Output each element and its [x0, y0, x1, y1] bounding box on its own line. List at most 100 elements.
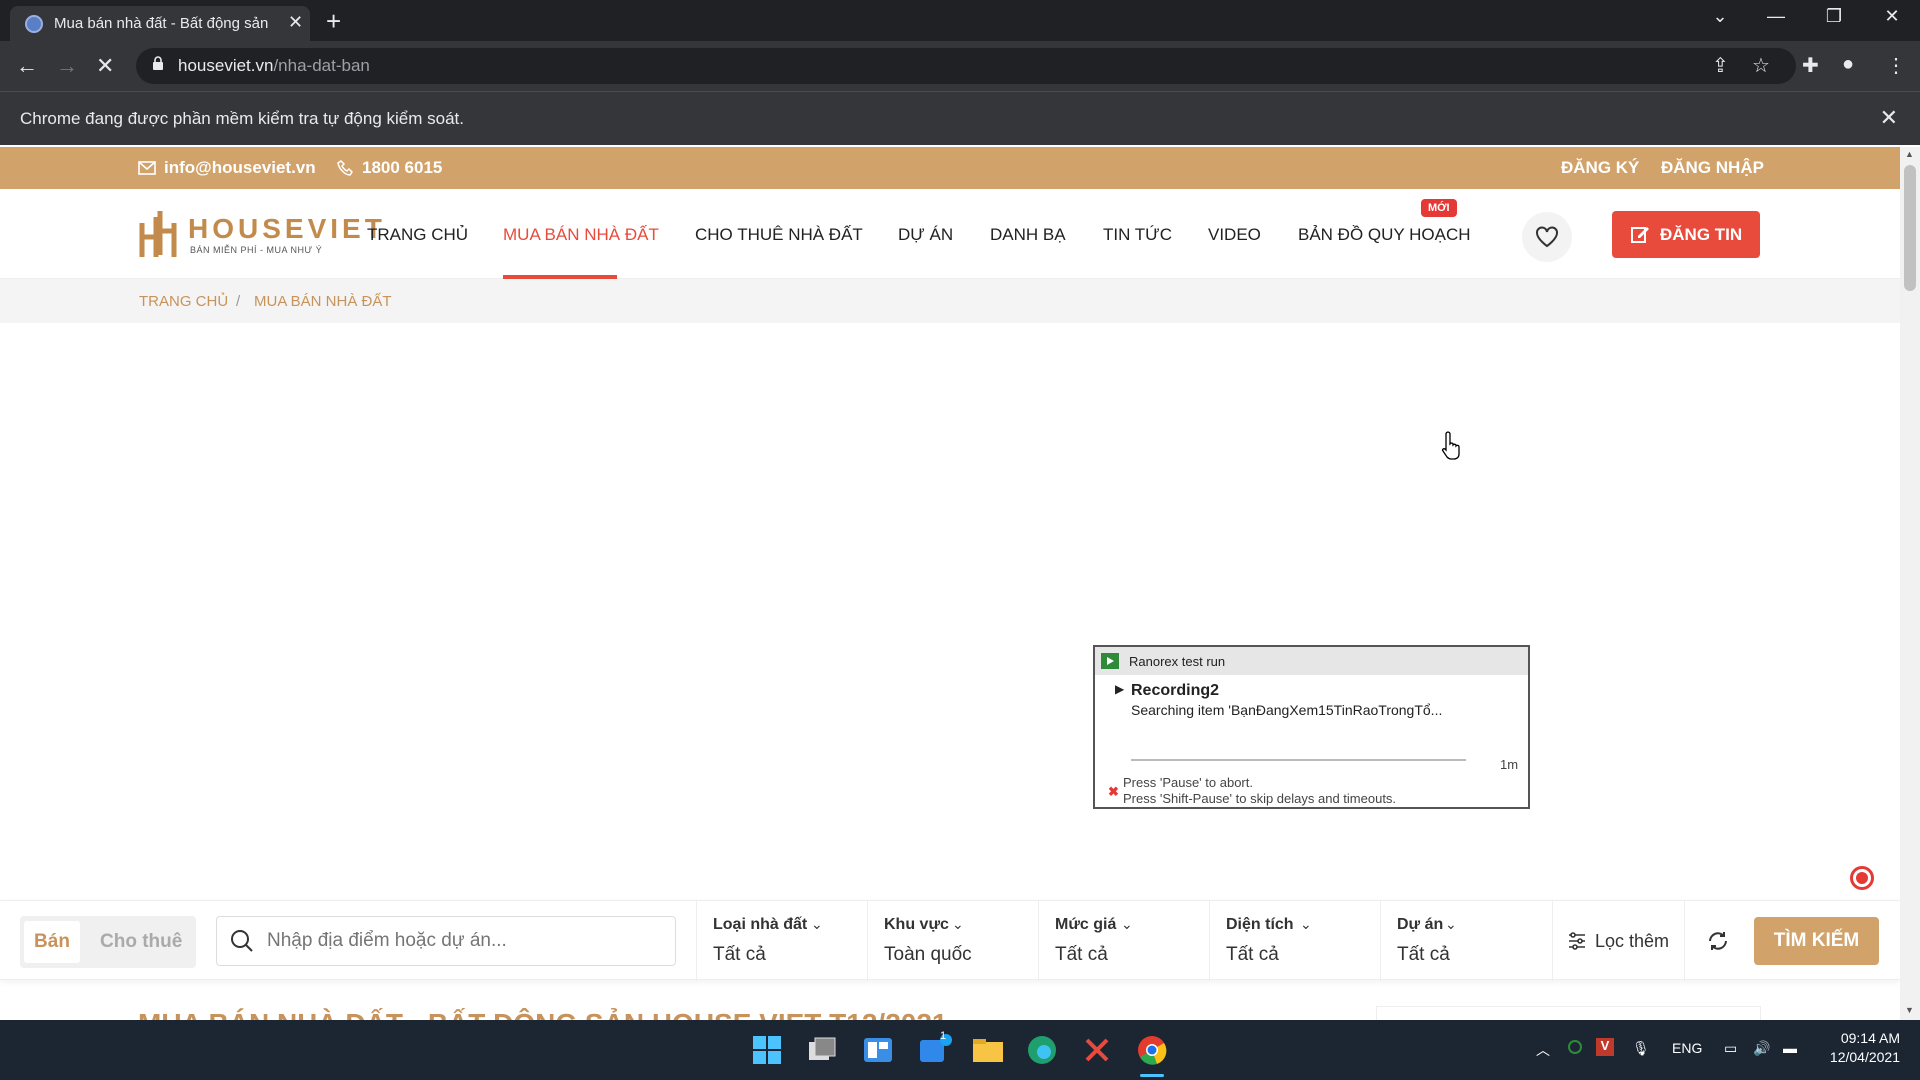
filter-label: Dự án — [1397, 916, 1444, 933]
lock-icon — [153, 56, 163, 70]
edit-icon — [1631, 227, 1649, 243]
chevron-down-icon: ⌄ — [1445, 916, 1457, 932]
nav-projects[interactable]: DỰ ÁN — [898, 225, 953, 245]
more-filters-button[interactable]: Lọc thêm — [1552, 901, 1684, 981]
browser-tab[interactable]: Mua bán nhà đất - Bất động sản ✕ — [10, 6, 310, 41]
tray-overflow-icon[interactable]: ︿ — [1536, 1040, 1550, 1060]
infobar-close-icon[interactable]: ✕ — [1880, 105, 1898, 131]
breadcrumb-separator: / — [236, 293, 241, 310]
contact-phone[interactable]: 1800 6015 — [362, 158, 442, 178]
forward-icon[interactable]: → — [56, 53, 78, 79]
filter-value: Tất cả — [713, 944, 766, 965]
ranorex-test-run-window: Ranorex test run ▶ Recording2 Searching … — [1093, 645, 1530, 809]
omnibox[interactable]: houseviet.vn/nha-dat-ban — [136, 48, 1796, 84]
filter-project[interactable]: Dự án ⌄ Tất cả — [1380, 901, 1551, 981]
hand-cursor-icon — [1441, 431, 1460, 460]
active-app-indicator — [1140, 1074, 1164, 1077]
search-submit-button[interactable]: TÌM KIẾM — [1754, 917, 1879, 965]
nav-planning-map[interactable]: BẢN ĐỒ QUY HOẠCH — [1298, 225, 1471, 245]
new-tab-icon[interactable]: + — [326, 6, 341, 37]
scroll-up-icon[interactable]: ▲ — [1905, 149, 1914, 159]
filter-property-type[interactable]: Loại nhà đất ⌄ Tất cả — [696, 901, 867, 981]
location-search-input[interactable] — [216, 916, 676, 966]
nav-rent[interactable]: CHO THUÊ NHÀ ĐẤT — [695, 225, 863, 245]
houseviet-logo[interactable]: HOUSEVIET BÁN MIỄN PHÍ - MUA NHƯ Ý — [138, 209, 382, 261]
close-window-icon[interactable]: ✕ — [1872, 6, 1912, 27]
heart-icon — [1536, 226, 1558, 248]
sidebar-card-peek — [1376, 1006, 1761, 1020]
ranorex-status: Searching item 'BạnĐangXem15TinRaoTrongT… — [1131, 702, 1443, 718]
sliders-icon — [1569, 932, 1585, 950]
nav-news[interactable]: TIN TỨC — [1103, 225, 1172, 245]
favorites-button[interactable] — [1522, 212, 1572, 262]
phone-icon — [337, 160, 353, 176]
automation-infobar: Chrome đang được phần mềm kiểm tra tự độ… — [0, 91, 1920, 145]
ranorex-hint-skip: Press 'Shift-Pause' to skip delays and t… — [1123, 791, 1397, 806]
expand-arrow-icon[interactable]: ▶ — [1115, 682, 1124, 696]
widgets-icon[interactable] — [860, 1032, 896, 1068]
windows-start-icon[interactable] — [749, 1032, 785, 1068]
nav-video[interactable]: VIDEO — [1208, 225, 1261, 245]
filter-area[interactable]: Diện tích ⌄ Tất cả — [1209, 901, 1380, 981]
breadcrumb-home[interactable]: TRANG CHỦ — [139, 293, 228, 310]
filter-label: Mức giá — [1055, 916, 1117, 933]
url-text: houseviet.vn/nha-dat-ban — [178, 56, 370, 76]
filter-label: Loại nhà đất — [713, 916, 808, 933]
mode-rent-button[interactable]: Cho thuê — [100, 931, 182, 953]
language-indicator[interactable]: ENG — [1672, 1040, 1702, 1056]
site-favicon-icon — [25, 15, 43, 33]
page-scrollbar[interactable]: ▲ ▼ — [1900, 147, 1920, 1020]
share-icon[interactable]: ⇪ — [1712, 53, 1729, 78]
store-icon[interactable] — [916, 1032, 952, 1068]
mode-sell-button[interactable]: Bán — [24, 921, 80, 963]
stop-loading-icon[interactable]: ✕ — [96, 53, 114, 79]
taskbar-clock[interactable]: 09:14 AM 12/04/2021 — [1810, 1030, 1900, 1065]
ranorex-app-icon[interactable] — [1079, 1032, 1115, 1068]
login-link[interactable]: ĐĂNG NHẬP — [1661, 158, 1764, 178]
tab-close-icon[interactable]: ✕ — [288, 12, 303, 33]
register-link[interactable]: ĐĂNG KÝ — [1561, 158, 1639, 178]
vivaldi-tray-icon[interactable]: V — [1596, 1038, 1614, 1056]
contact-strip: info@houseviet.vn 1800 6015 ĐĂNG KÝ ĐĂNG… — [0, 147, 1900, 189]
profile-icon[interactable]: ● — [1842, 53, 1854, 76]
minimize-icon[interactable]: — — [1756, 6, 1796, 27]
windows-taskbar: 1 ︿ V 🎙 ENG ▭ 🔊 ▬ 09:14 AM 12/04/2021 — [0, 1020, 1920, 1080]
tab-title: Mua bán nhà đất - Bất động sản — [54, 15, 269, 32]
task-view-icon[interactable] — [805, 1032, 841, 1068]
ranorex-progress-bar — [1131, 759, 1466, 761]
contact-email[interactable]: info@houseviet.vn — [164, 158, 316, 178]
filter-value: Tất cả — [1397, 944, 1450, 965]
back-icon[interactable]: ← — [16, 53, 38, 79]
post-listing-button[interactable]: ĐĂNG TIN — [1612, 211, 1760, 258]
more-filters-label: Lọc thêm — [1595, 931, 1670, 951]
page-heading-peek: MUA BÁN NHÀ ĐẤT - BẤT ĐỘNG SẢN HOUSE VIE… — [138, 1008, 948, 1020]
battery-icon[interactable]: ▬ — [1783, 1040, 1797, 1056]
network-icon[interactable]: ▭ — [1724, 1040, 1737, 1057]
chevron-down-icon: ⌄ — [1300, 916, 1312, 932]
filter-price[interactable]: Mức giá ⌄ Tất cả — [1038, 901, 1209, 981]
store-badge: 1 — [940, 1030, 947, 1042]
menu-icon[interactable]: ⋮ — [1886, 53, 1906, 78]
ranorex-title: Ranorex test run — [1129, 654, 1226, 669]
tab-search-icon[interactable]: ⌄ — [1700, 6, 1740, 27]
reset-filters-button[interactable] — [1684, 901, 1750, 981]
edge-browser-icon[interactable] — [1024, 1032, 1060, 1068]
scroll-thumb[interactable] — [1904, 165, 1916, 291]
chrome-icon[interactable] — [1134, 1032, 1170, 1068]
extensions-icon[interactable]: ✚ — [1802, 53, 1819, 78]
nav-directory[interactable]: DANH BẠ — [990, 225, 1066, 245]
nav-home[interactable]: TRANG CHỦ — [367, 225, 468, 245]
scroll-down-icon[interactable]: ▼ — [1905, 1005, 1914, 1015]
file-explorer-icon[interactable] — [970, 1032, 1006, 1068]
chevron-down-icon: ⌄ — [1121, 916, 1133, 932]
restore-icon[interactable]: ❐ — [1814, 6, 1854, 27]
breadcrumb: TRANG CHỦ / MUA BÁN NHÀ ĐẤT — [0, 279, 1900, 323]
microphone-icon[interactable]: 🎙 — [1632, 1040, 1650, 1057]
volume-icon[interactable]: 🔊 — [1753, 1040, 1770, 1057]
filter-region[interactable]: Khu vực ⌄ Toàn quốc — [867, 901, 1038, 981]
url-host: houseviet.vn — [178, 56, 274, 75]
nav-buy-sell[interactable]: MUA BÁN NHÀ ĐẤT — [503, 225, 659, 245]
status-circle-icon[interactable] — [1568, 1040, 1582, 1054]
address-bar-row: ← → ✕ houseviet.vn/nha-dat-ban ⇪ ☆ ✚ ● ⋮ — [0, 41, 1920, 91]
bookmark-star-icon[interactable]: ☆ — [1752, 53, 1770, 78]
